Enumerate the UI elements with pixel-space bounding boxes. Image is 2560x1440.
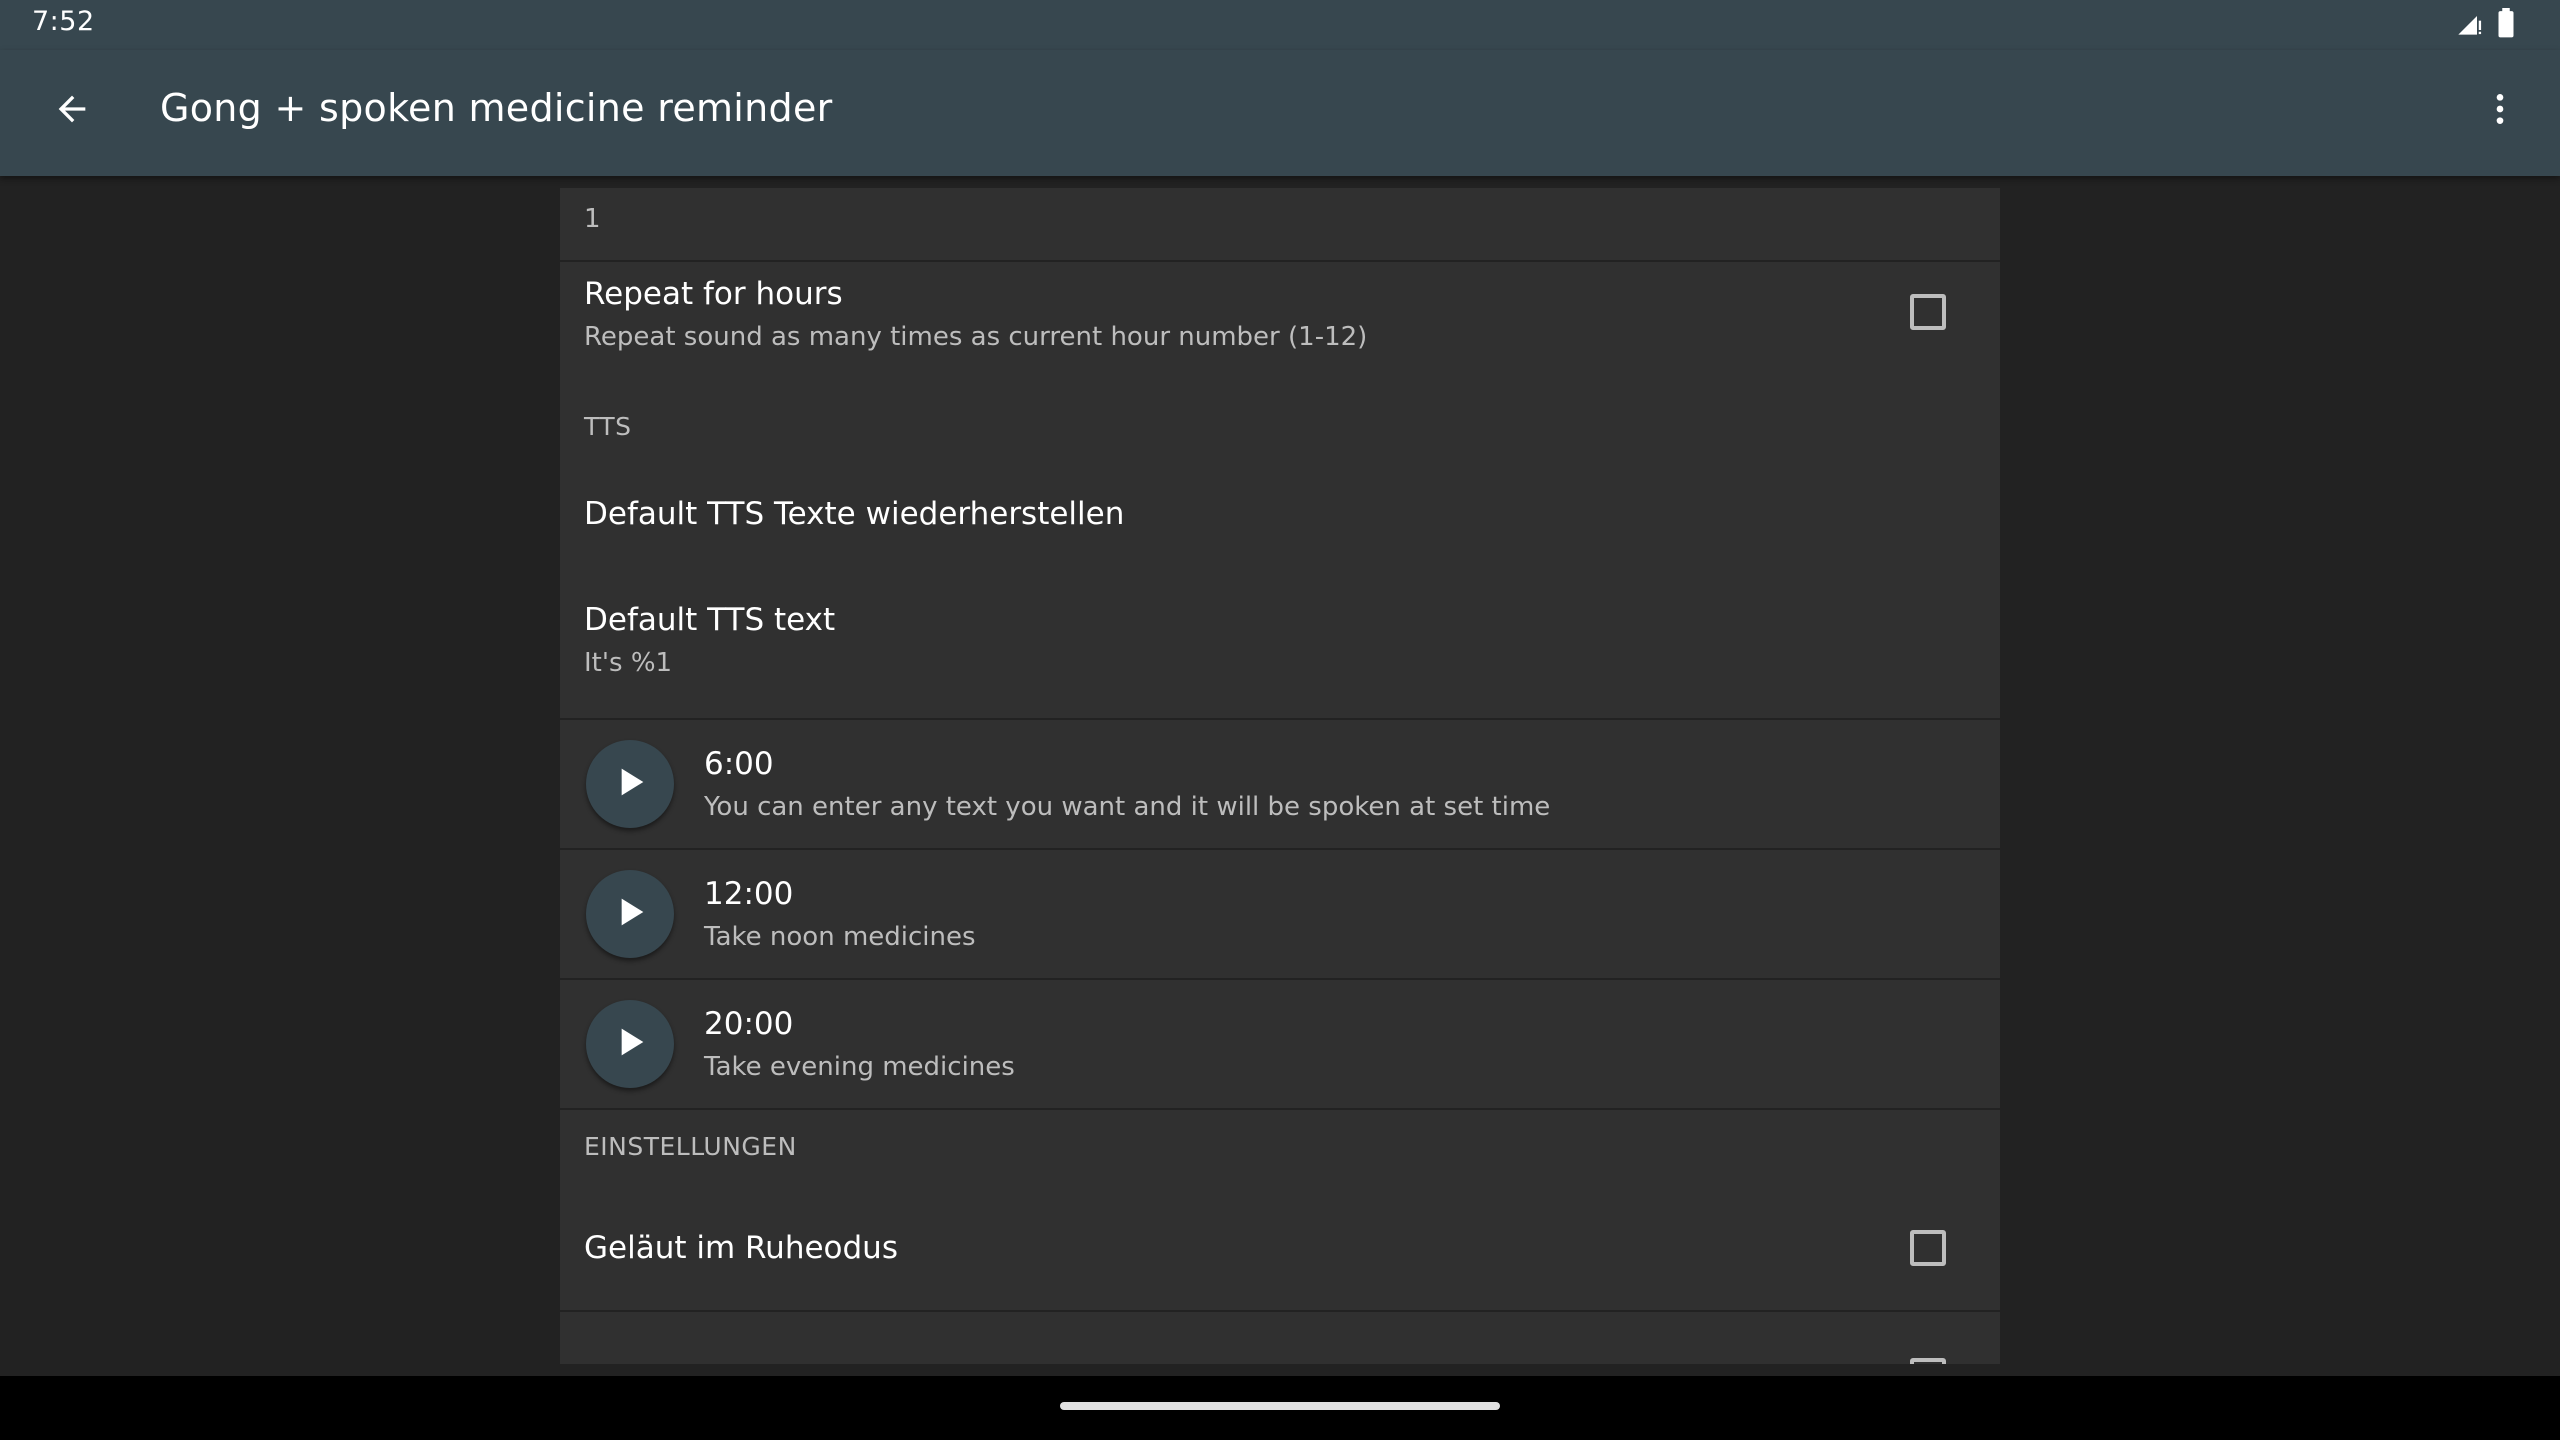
play-icon	[610, 1022, 650, 1066]
overflow-menu-button[interactable]	[2464, 75, 2536, 147]
default-tts-text-preference[interactable]: Default TTS text It's %1	[560, 592, 2000, 718]
tts-item-time: 12:00	[704, 876, 794, 912]
restore-default-tts-title: Default TTS Texte wiederherstellen	[584, 496, 1125, 532]
divider	[560, 1108, 2000, 1110]
arrow-back-icon	[52, 89, 92, 133]
navigation-bar	[0, 1376, 2560, 1440]
more-vert-icon	[2480, 89, 2520, 133]
signal-icon	[2456, 9, 2484, 41]
tts-item[interactable]: 12:00 Take noon medicines	[560, 850, 2000, 978]
repeat-count-value: 1	[584, 204, 601, 234]
next-preference-checkbox[interactable]	[1910, 1358, 1946, 1364]
tts-item-text: Take noon medicines	[704, 922, 976, 952]
status-icons	[2456, 8, 2516, 42]
page-title: Gong + spoken medicine reminder	[160, 86, 833, 130]
tts-section-header: TTS	[584, 412, 632, 441]
repeat-count-preference[interactable]: 1	[560, 188, 2000, 260]
divider	[560, 1310, 2000, 1312]
tts-item[interactable]: 20:00 Take evening medicines	[560, 980, 2000, 1108]
restore-default-tts-preference[interactable]: Default TTS Texte wiederherstellen	[560, 458, 2000, 558]
battery-icon	[2496, 8, 2516, 42]
back-button[interactable]	[36, 75, 108, 147]
silent-mode-preference[interactable]: Geläut im Ruheodus	[560, 1188, 2000, 1310]
app-bar: Gong + spoken medicine reminder	[0, 50, 2560, 176]
tts-item-text: You can enter any text you want and it w…	[704, 792, 1551, 822]
home-gesture-handle[interactable]	[1060, 1402, 1500, 1410]
play-button[interactable]	[586, 1000, 674, 1088]
silent-mode-checkbox[interactable]	[1910, 1230, 1946, 1266]
play-icon	[610, 762, 650, 806]
play-icon	[610, 892, 650, 936]
silent-mode-title: Geläut im Ruheodus	[584, 1230, 898, 1266]
default-tts-text-summary: It's %1	[584, 648, 673, 678]
play-button[interactable]	[586, 740, 674, 828]
play-button[interactable]	[586, 870, 674, 958]
tts-item-text: Take evening medicines	[704, 1052, 1015, 1082]
repeat-for-hours-preference[interactable]: Repeat for hours Repeat sound as many ti…	[560, 262, 2000, 370]
status-bar: 7:52	[0, 0, 2560, 50]
default-tts-text-title: Default TTS text	[584, 602, 836, 638]
repeat-for-hours-summary: Repeat sound as many times as current ho…	[584, 322, 1368, 352]
status-time: 7:52	[32, 6, 95, 37]
settings-list[interactable]: 1 Repeat for hours Repeat sound as many …	[560, 188, 2000, 1364]
repeat-for-hours-title: Repeat for hours	[584, 276, 843, 312]
repeat-for-hours-checkbox[interactable]	[1910, 294, 1946, 330]
tts-item-time: 20:00	[704, 1006, 794, 1042]
tts-item-time: 6:00	[704, 746, 774, 782]
tts-item[interactable]: 6:00 You can enter any text you want and…	[560, 720, 2000, 848]
einstellungen-section-header: EINSTELLUNGEN	[584, 1132, 797, 1161]
